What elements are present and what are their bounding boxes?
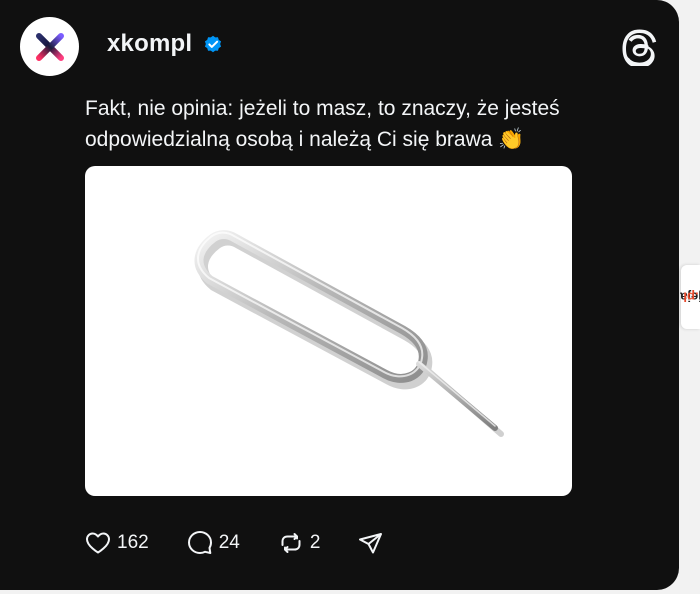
like-count: 162	[117, 532, 149, 553]
avatar[interactable]	[20, 17, 79, 76]
clapping-hands-emoji: 👏	[498, 128, 525, 151]
post-text: Fakt, nie opinia: jeżeli to masz, to zna…	[85, 93, 645, 155]
post-text-line-1: Fakt, nie opinia: jeżeli to masz, to zna…	[85, 97, 560, 120]
reply-button[interactable]: 24	[187, 531, 240, 555]
post-text-line-2-text: odpowiedzialną osobą i należą Ci się bra…	[85, 128, 493, 151]
x-logo-icon	[35, 32, 64, 61]
watermark-accent: .pl	[682, 289, 699, 305]
author: xkompl	[107, 30, 224, 58]
share-icon	[359, 533, 383, 554]
threads-post-card: xkompl Fakt, nie opinia: jeżeli to masz,…	[0, 0, 679, 590]
jeja-watermark-tab[interactable]: jeja .pl	[680, 265, 700, 329]
like-button[interactable]: 162	[85, 531, 149, 555]
verified-badge-icon	[205, 35, 222, 53]
repost-button[interactable]: 2	[278, 531, 321, 555]
threads-logo-icon[interactable]	[621, 28, 657, 66]
post-image[interactable]	[85, 166, 572, 496]
sim-ejector-tool-image	[194, 230, 504, 437]
post-header: xkompl	[20, 17, 659, 77]
repost-icon	[281, 533, 301, 553]
reply-count: 24	[218, 532, 240, 553]
share-button[interactable]	[358, 531, 384, 555]
comment-icon	[187, 531, 212, 554]
heart-icon	[86, 532, 110, 554]
post-text-line-2: odpowiedzialną osobą i należą Ci się bra…	[85, 124, 645, 155]
username[interactable]: xkompl	[107, 30, 192, 58]
post-actions: 162 24 2	[85, 526, 422, 560]
repost-count: 2	[309, 532, 321, 553]
